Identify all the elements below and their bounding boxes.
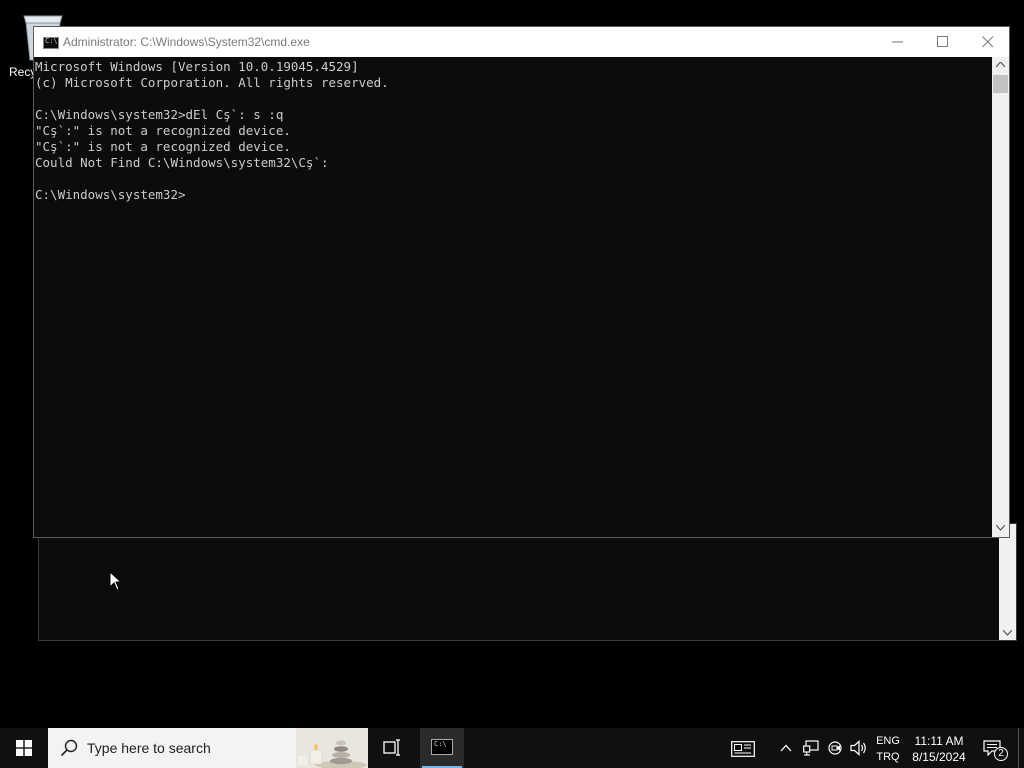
desktop: Recycle Bin C:\ Administrator: C:\Window… [0,0,1024,720]
background-console-window[interactable] [38,523,1017,641]
meet-now-button[interactable] [825,728,847,768]
action-center-button[interactable]: 2 [980,728,1010,768]
console-line: C:\Windows\system32>dEl Cş`: s :q [35,107,284,122]
show-hidden-icons-button[interactable] [776,728,796,768]
network-button[interactable] [800,728,822,768]
console-line: (c) Microsoft Corporation. All rights re… [35,75,389,90]
meet-now-icon [828,741,842,755]
console-prompt[interactable]: C:\Windows\system32> [35,187,994,203]
clock[interactable]: 11:11 AM 8/15/2024 [906,733,972,765]
search-highlight-image [296,728,368,768]
maximize-button[interactable] [920,27,966,57]
cmd-icon: C:\ [43,37,59,49]
volume-button[interactable] [848,728,870,768]
search-icon [60,739,78,757]
window-title: Administrator: C:\Windows\System32\cmd.e… [63,35,310,49]
cmd-icon-text: C:\ [434,740,447,748]
news-icon [731,741,755,757]
scroll-up-button[interactable] [992,57,1009,74]
taskbar: Type here to search C:\ ENG TRQ 11:11 AM… [0,728,1024,768]
background-scrollbar[interactable] [999,524,1016,640]
clock-time: 11:11 AM [914,734,964,748]
minimize-button[interactable] [875,27,921,57]
console-line: Could Not Find C:\Windows\system32\Cş`: [35,155,329,170]
chevron-down-icon[interactable] [999,625,1016,639]
start-button[interactable] [0,728,48,768]
console-line: "Cş`:" is not a recognized device. [35,139,291,154]
input-language-indicator[interactable]: ENG TRQ [872,733,904,765]
task-view-icon [383,739,400,756]
scrollbar-thumb[interactable] [993,75,1008,93]
cmd-icon-text: C:\ [45,37,58,45]
scroll-down-button[interactable] [992,520,1009,537]
network-icon [803,740,819,756]
maximize-icon [937,36,948,47]
console-line: "Cş`:" is not a recognized device. [35,123,291,138]
language-code: ENG [876,735,900,747]
clock-date: 8/15/2024 [912,750,966,764]
windows-logo-icon [16,740,32,756]
close-button[interactable] [965,27,1011,57]
close-icon [982,36,994,48]
chevron-down-icon [996,525,1005,531]
console-output[interactable]: Microsoft Windows [Version 10.0.19045.45… [34,57,994,537]
news-widget-button[interactable] [728,728,758,768]
minimize-icon [892,41,903,43]
cmd-icon: C:\ [431,739,453,755]
chevron-up-icon [780,744,792,752]
mouse-cursor-icon [109,571,123,591]
notification-count-badge: 2 [994,747,1008,761]
chevron-up-icon [996,62,1005,68]
task-view-button[interactable] [368,728,416,768]
taskbar-cmd-button[interactable]: C:\ [420,728,464,768]
cmd-window[interactable]: C:\ Administrator: C:\Windows\System32\c… [33,26,1010,538]
title-bar[interactable]: C:\ Administrator: C:\Windows\System32\c… [34,27,1009,57]
console-line: Microsoft Windows [Version 10.0.19045.45… [35,59,359,74]
show-desktop-button[interactable] [1018,728,1024,768]
keyboard-layout: TRQ [876,751,900,763]
volume-icon [850,740,866,756]
search-box[interactable]: Type here to search [48,728,368,768]
vertical-scrollbar[interactable] [992,57,1009,537]
search-placeholder: Type here to search [87,740,211,756]
